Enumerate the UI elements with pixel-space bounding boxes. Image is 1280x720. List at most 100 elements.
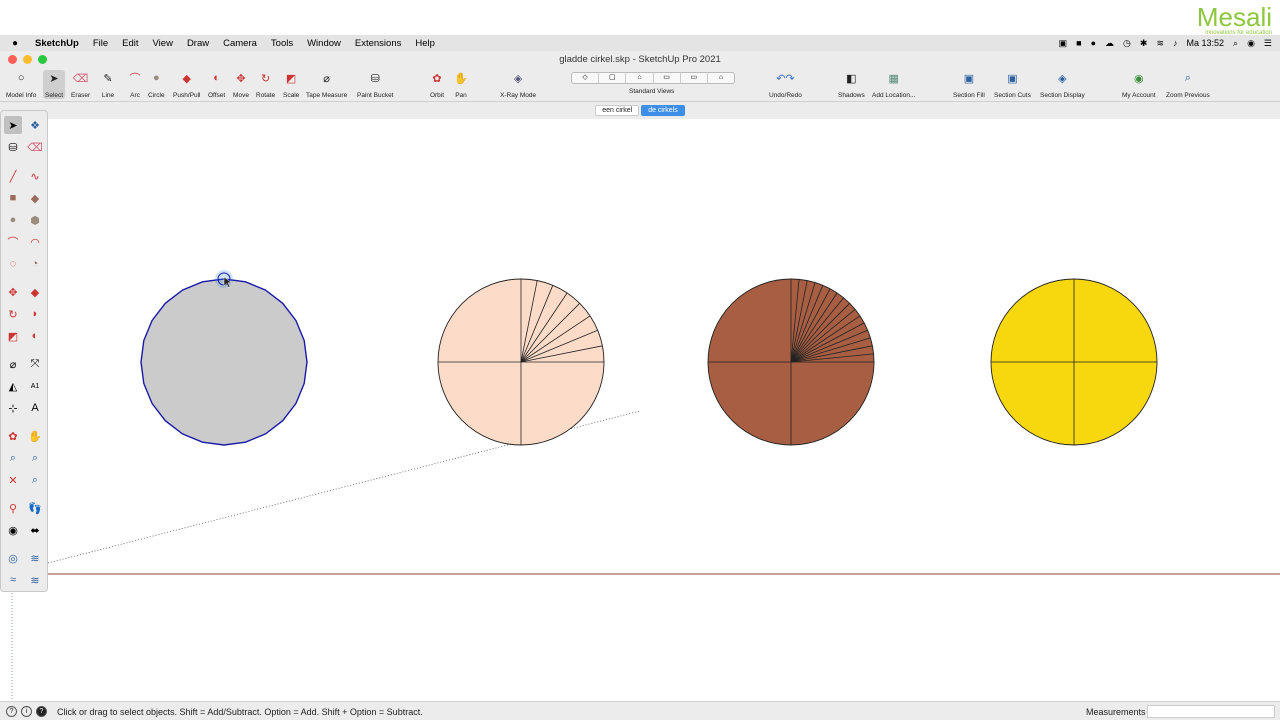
- section-fill-button[interactable]: ▣ Section Fill: [953, 70, 985, 100]
- circle-1-group[interactable]: [140, 270, 308, 446]
- cloud-icon[interactable]: ☁: [1105, 38, 1114, 49]
- credits-icon[interactable]: i: [21, 706, 32, 717]
- measurements-input[interactable]: [1147, 705, 1275, 718]
- sandbox-scratch-icon[interactable]: ≋: [26, 549, 44, 567]
- tape-measure-button[interactable]: ⌀ Tape Measure: [306, 70, 347, 100]
- scale-icon[interactable]: ◩: [4, 327, 22, 345]
- menu-window[interactable]: Window: [300, 38, 348, 49]
- eraser-icon[interactable]: ⌫: [26, 138, 44, 156]
- xray-button[interactable]: ◈ X-Ray Mode: [500, 70, 536, 100]
- menu-file[interactable]: File: [86, 38, 115, 49]
- orbit-icon[interactable]: ✿: [4, 427, 22, 445]
- sandbox-smoove-icon[interactable]: ≈: [4, 571, 22, 589]
- 3d-text-icon[interactable]: A: [26, 399, 44, 417]
- section-display-button[interactable]: ◈ Section Display: [1040, 70, 1085, 100]
- rotated-rectangle-icon[interactable]: ◆: [26, 189, 44, 207]
- drawing-viewport[interactable]: [0, 119, 1280, 701]
- rotate-icon[interactable]: ↻: [4, 305, 22, 323]
- circle-icon[interactable]: ●: [4, 211, 22, 229]
- axes-icon[interactable]: ⊹: [4, 399, 22, 417]
- circle-1-face[interactable]: [140, 278, 308, 446]
- help-icon[interactable]: ?: [36, 706, 47, 717]
- offset-button[interactable]: ◐ Offset: [208, 70, 225, 99]
- pan-button[interactable]: ✋ Pan: [453, 70, 469, 100]
- eraser-button[interactable]: ⌫ Eraser: [71, 70, 90, 100]
- zoom-previous-button[interactable]: ⌕ Zoom Previous: [1166, 70, 1210, 100]
- front-view-icon[interactable]: ⌂: [626, 73, 654, 83]
- text-icon[interactable]: A1: [26, 377, 44, 395]
- wifi-icon[interactable]: ≋: [1156, 38, 1164, 49]
- three-point-arc-icon[interactable]: ◌: [4, 255, 22, 273]
- menu-help[interactable]: Help: [408, 38, 442, 49]
- polygon-icon[interactable]: ⬢: [26, 211, 44, 229]
- sandbox-contours-icon[interactable]: ◎: [4, 549, 22, 567]
- creative-cloud-icon[interactable]: ●: [1091, 38, 1096, 48]
- pie-icon[interactable]: ◔: [26, 255, 44, 273]
- volume-icon[interactable]: ♪: [1173, 38, 1178, 48]
- zoom-extents-icon[interactable]: ✕: [4, 471, 22, 489]
- menu-view[interactable]: View: [146, 38, 180, 49]
- line-icon[interactable]: ╱: [4, 167, 22, 185]
- arc-icon[interactable]: ⌒: [4, 233, 22, 251]
- freehand-icon[interactable]: ∿: [26, 167, 44, 185]
- paint-bucket-icon[interactable]: ⛁: [4, 138, 22, 156]
- offset-icon[interactable]: ◐: [26, 327, 44, 345]
- pan-icon[interactable]: ✋: [26, 427, 44, 445]
- rectangle-icon[interactable]: ■: [4, 189, 22, 207]
- scale-button[interactable]: ◩ Scale: [283, 70, 299, 100]
- zoom-previous-icon[interactable]: ⌕: [26, 471, 44, 489]
- dimension-icon[interactable]: ⤧: [26, 355, 44, 373]
- menu-extensions[interactable]: Extensions: [348, 38, 408, 49]
- menu-app[interactable]: SketchUp: [30, 38, 86, 49]
- circle-button[interactable]: ● Circle: [148, 70, 165, 99]
- model-canvas[interactable]: [0, 119, 1280, 701]
- camera-icon[interactable]: ■: [1076, 38, 1081, 48]
- screen-record-icon[interactable]: ▣: [1059, 38, 1068, 49]
- select-tool-icon[interactable]: ➤: [4, 116, 22, 134]
- right-view-icon[interactable]: ▭: [654, 73, 681, 83]
- orbit-button[interactable]: ✿ Orbit: [429, 70, 445, 100]
- user-icon[interactable]: ◉: [1247, 38, 1255, 49]
- spotlight-icon[interactable]: ⌕: [1233, 38, 1238, 49]
- arc-button[interactable]: ⌒ Arc: [127, 70, 143, 99]
- protractor-icon[interactable]: ◭: [4, 377, 22, 395]
- scene-tab-een-cirkel[interactable]: een cirkel: [595, 105, 640, 116]
- zoom-icon[interactable]: ⌕: [4, 449, 22, 467]
- menu-draw[interactable]: Draw: [180, 38, 216, 49]
- left-view-icon[interactable]: ⌂: [708, 73, 734, 83]
- time-machine-icon[interactable]: ◷: [1123, 38, 1131, 49]
- sandbox-stamp-icon[interactable]: ≋: [26, 571, 44, 589]
- clock[interactable]: Ma 13:52: [1186, 38, 1224, 48]
- add-location-button[interactable]: ▦ Add Location...: [872, 70, 915, 100]
- menu-edit[interactable]: Edit: [115, 38, 145, 49]
- tape-measure-icon[interactable]: ⌀: [4, 355, 22, 373]
- two-point-arc-icon[interactable]: ◠: [26, 233, 44, 251]
- back-view-icon[interactable]: ▭: [681, 73, 708, 83]
- rotate-button[interactable]: ↻ Rotate: [256, 70, 275, 100]
- iso-view-icon[interactable]: ◇: [572, 73, 600, 83]
- select-button[interactable]: ➤ Select: [43, 70, 66, 99]
- control-center-icon[interactable]: ☰: [1264, 38, 1272, 49]
- bluetooth-icon[interactable]: ✱: [1140, 38, 1148, 49]
- circle-4-group[interactable]: [990, 278, 1158, 446]
- circle-2-group[interactable]: [437, 278, 605, 446]
- apple-icon[interactable]: ●: [0, 38, 30, 49]
- scene-tab-de-cirkels[interactable]: de cirkels: [641, 105, 685, 116]
- paint-bucket-button[interactable]: ⛁ Paint Bucket: [357, 70, 394, 100]
- move-icon[interactable]: ✥: [4, 283, 22, 301]
- zoom-window-icon[interactable]: ⌕: [26, 449, 44, 467]
- section-cuts-button[interactable]: ▣ Section Cuts: [994, 70, 1031, 100]
- model-info-button[interactable]: ○ Model Info: [6, 70, 36, 99]
- undo-redo-button[interactable]: ↶↷ Undo/Redo: [769, 70, 802, 100]
- my-account-button[interactable]: ◉ My Account: [1122, 70, 1156, 100]
- line-button[interactable]: ✎ Line: [100, 70, 116, 100]
- menu-camera[interactable]: Camera: [216, 38, 264, 49]
- section-plane-icon[interactable]: ⬌: [26, 521, 44, 539]
- follow-me-icon[interactable]: ◗: [26, 305, 44, 323]
- push-pull-icon[interactable]: ◆: [26, 283, 44, 301]
- look-around-icon[interactable]: ◉: [4, 521, 22, 539]
- circle-3-group[interactable]: [707, 278, 875, 446]
- push-pull-button[interactable]: ◆ Push/Pull: [173, 70, 200, 100]
- make-component-icon[interactable]: ❖: [26, 116, 44, 134]
- move-button[interactable]: ✥ Move: [233, 70, 249, 100]
